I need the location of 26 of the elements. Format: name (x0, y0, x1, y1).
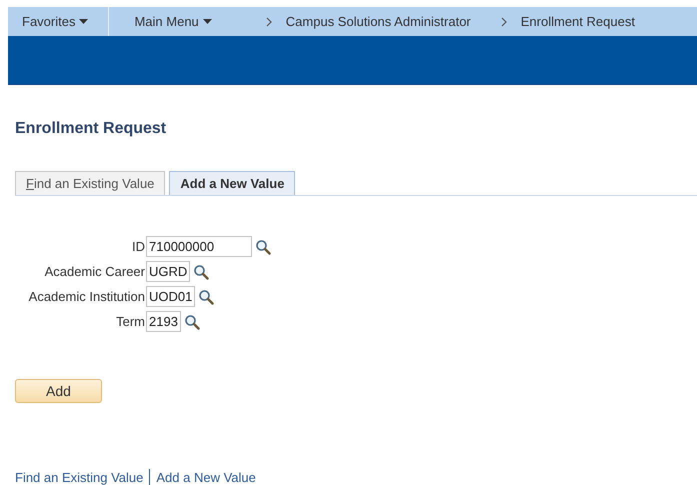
input-field[interactable]: 710000000 (146, 236, 252, 257)
favorites-menu[interactable]: Favorites (8, 7, 108, 36)
footer-link[interactable]: Find an Existing Value (15, 470, 144, 484)
main-menu[interactable]: Main Menu (109, 7, 226, 36)
tab[interactable]: Add a New Value (169, 171, 296, 195)
breadcrumb-link[interactable]: Enrollment Request (520, 14, 635, 29)
footer-link[interactable]: Add a New Value (156, 470, 256, 484)
input-field[interactable]: UOD01 (146, 286, 196, 307)
search-icon[interactable] (193, 264, 210, 280)
tab[interactable]: Find an Existing Value (15, 171, 166, 195)
search-icon[interactable] (184, 314, 200, 330)
caret-icon (202, 19, 212, 24)
field-label: Term (115, 313, 146, 331)
chevron-icon (500, 16, 507, 26)
chevron-icon (266, 16, 272, 26)
search-icon[interactable] (198, 288, 214, 304)
field-label: Academic Institution (28, 288, 146, 306)
page-title: Enrollment Request (15, 120, 166, 138)
field-label: Academic Career (44, 263, 146, 281)
field-label: ID (131, 238, 146, 256)
search-icon[interactable] (255, 238, 271, 254)
add-button[interactable]: Add (15, 379, 102, 403)
input-field[interactable]: UGRD (146, 261, 190, 282)
input-field[interactable]: 2193 (146, 311, 181, 332)
caret-icon (79, 19, 88, 24)
breadcrumb-link[interactable]: Campus Solutions Administrator (286, 14, 471, 29)
